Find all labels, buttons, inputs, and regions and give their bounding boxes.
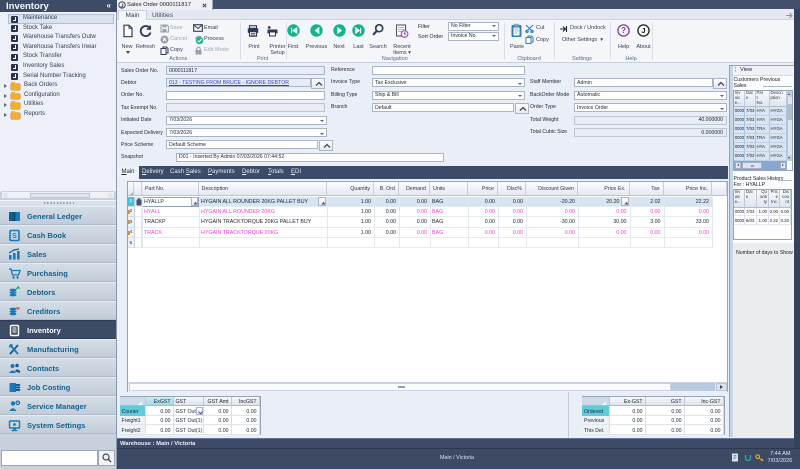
- svg-text:S: S: [12, 233, 17, 240]
- svg-text:?: ?: [621, 26, 626, 35]
- svg-text:J: J: [641, 26, 645, 35]
